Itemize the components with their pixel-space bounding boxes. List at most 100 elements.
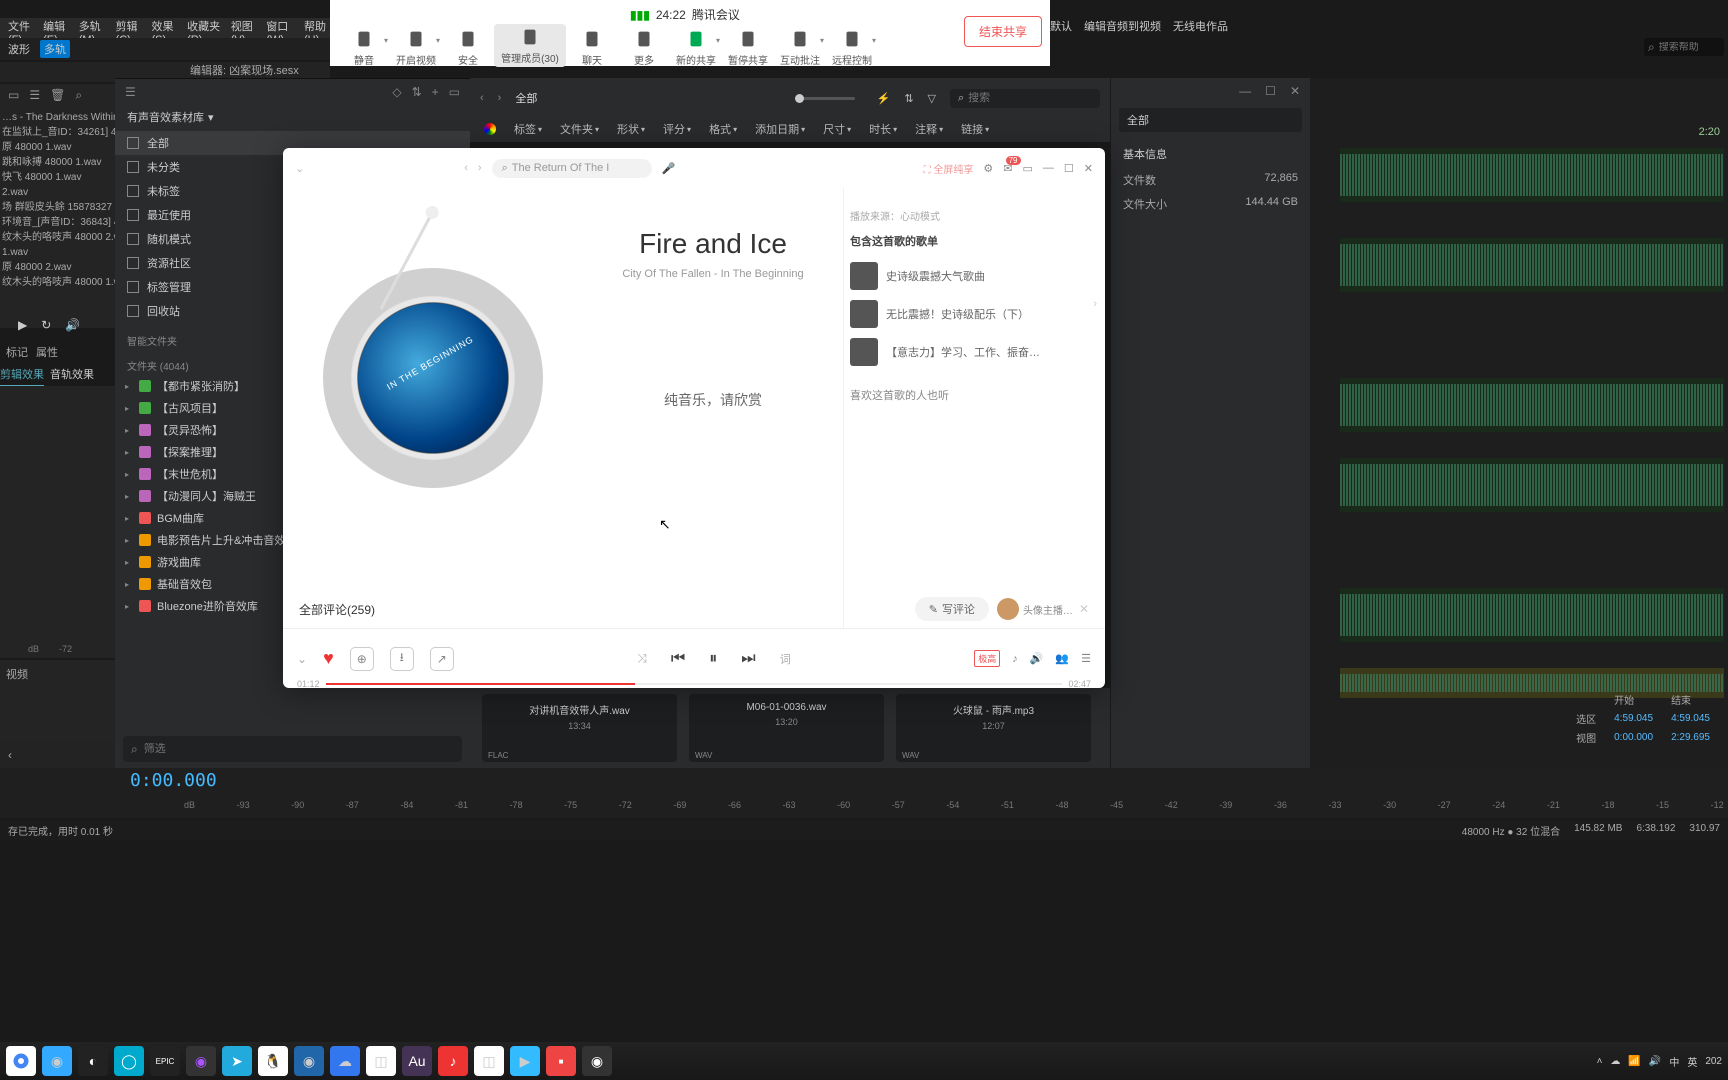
au-menubar[interactable]: 文件(F)编辑(E)多轨(M)剪辑(C)效果(S)收藏夹(R)视图(V)窗口(W… (0, 18, 330, 38)
forward-button[interactable]: › (478, 162, 482, 174)
au-help-input[interactable] (1659, 42, 1720, 53)
music-search[interactable]: ⌕ The Return Of The I (492, 159, 652, 178)
app-icon[interactable]: ◉ (186, 1046, 216, 1076)
comments-count[interactable]: 全部评论(259) (299, 601, 375, 618)
chrome-icon[interactable] (6, 1046, 36, 1076)
workspace-item[interactable]: 编辑音频到视频 (1084, 18, 1161, 38)
write-comment-button[interactable]: ✎写评论 (915, 597, 989, 621)
menu-item[interactable]: 收藏夹(R) (187, 18, 221, 38)
app-icon[interactable]: ◯ (114, 1046, 144, 1076)
sort-icon[interactable]: ⇅ (904, 92, 913, 105)
bell-icon[interactable]: ◇ (392, 85, 401, 99)
progress-bar[interactable]: 01:12 02:47 (297, 678, 1091, 688)
forward-button[interactable]: › (498, 92, 502, 104)
waveform-track[interactable] (1340, 238, 1724, 292)
share-button[interactable]: ↗ (430, 647, 454, 671)
meeting-btn-开启视频[interactable]: 开启视频▾ (390, 28, 442, 67)
minimize-icon[interactable]: — (1239, 84, 1251, 98)
file-item[interactable]: 纹木头的咯吱声 48000 1.wa (2, 275, 113, 290)
close-icon[interactable]: ✕ (1079, 602, 1089, 616)
au-tabs[interactable]: 标记 属性 (0, 344, 115, 364)
flash-icon[interactable]: ⚡ (877, 92, 891, 105)
track-subtitle[interactable]: City Of The Fallen - In The Beginning (583, 268, 843, 280)
file-card[interactable]: 火球鼠 - 雨声.mp312:07WAV (896, 694, 1091, 762)
meeting-btn-安全[interactable]: 安全 (442, 28, 494, 67)
end-share-button[interactable]: 结束共享 (964, 16, 1042, 47)
avatar-label[interactable]: 头像主播… (1023, 602, 1073, 617)
file-card[interactable]: 对讲机音效带人声.wav13:34FLAC (482, 694, 677, 762)
meeting-btn-管理成员(30)[interactable]: 管理成员(30) (494, 24, 566, 67)
speaker-icon[interactable]: 🔊 (65, 318, 80, 338)
audition-icon[interactable]: Au (402, 1046, 432, 1076)
playlist-item[interactable]: 史诗级震撼大气歌曲 (850, 257, 1089, 295)
filter-格式[interactable]: 格式▾ (709, 121, 737, 137)
workspace-item[interactable]: 无线电作品 (1173, 18, 1228, 38)
loop-icon[interactable]: ↻ (41, 318, 51, 338)
waveform-track[interactable] (1340, 148, 1724, 202)
file-item[interactable]: 快飞 48000 1.wav (2, 170, 113, 185)
maximize-icon[interactable]: ☐ (1265, 84, 1276, 98)
add-button[interactable]: ⊕ (350, 647, 374, 671)
effect-icon[interactable]: ♪ (1012, 653, 1018, 665)
multitrack-button[interactable]: 多轨 (40, 40, 70, 58)
pause-icon[interactable]: ⏸ (709, 650, 717, 668)
trash-icon[interactable]: 🗑 (50, 88, 65, 102)
file-item[interactable]: 1.wav (2, 245, 113, 260)
quality-badge[interactable]: 极高 (974, 650, 1000, 667)
next-icon[interactable]: ⏭ (741, 650, 755, 668)
file-item[interactable]: …s - The Darkness Within 480 (2, 110, 113, 125)
system-tray[interactable]: ˄ ☁ 📶 🔊 中 英 202 (1597, 1054, 1722, 1069)
filter-链接[interactable]: 链接▾ (961, 121, 989, 137)
back-button[interactable]: ‹ (480, 92, 484, 104)
fullscreen-btn[interactable]: ⛶ 全屏纯享 (924, 161, 974, 176)
shuffle-icon[interactable]: ⤨ (637, 651, 647, 666)
meeting-btn-聊天[interactable]: 聊天 (566, 28, 618, 67)
progress-track[interactable] (326, 683, 1063, 685)
wifi-icon[interactable]: 📶 (1628, 1056, 1640, 1067)
mini-icon[interactable]: ▭ (1023, 162, 1033, 175)
playlist-icon[interactable]: ☰ (1081, 652, 1091, 665)
filter-icon[interactable]: ▽ (928, 92, 936, 105)
menu-item[interactable]: 帮助(H) (304, 18, 330, 38)
telegram-icon[interactable]: ➤ (222, 1046, 252, 1076)
minimize-icon[interactable]: — (1043, 162, 1054, 174)
filter-形状[interactable]: 形状▾ (617, 121, 645, 137)
add-icon[interactable]: + (432, 85, 439, 99)
chevron-right-icon[interactable]: › (1093, 298, 1097, 310)
filter-注释[interactable]: 注释▾ (915, 121, 943, 137)
menu-item[interactable]: 窗口(W) (266, 18, 294, 38)
app-icon[interactable]: ◫ (366, 1046, 396, 1076)
file-item[interactable]: 场 群殴皮头餘 15878327 480 (2, 200, 113, 215)
steam-icon[interactable]: ◐ (78, 1046, 108, 1076)
prev-icon[interactable]: ⏮ (671, 650, 685, 668)
together-icon[interactable]: 👥 (1055, 652, 1069, 665)
window-controls[interactable]: — ☐ ✕ (1111, 78, 1310, 104)
volume-icon[interactable]: 🔊 (1649, 1056, 1661, 1067)
meeting-btn-新的共享[interactable]: 新的共享▾ (670, 28, 722, 67)
au-panel-icons[interactable]: ▭ ☰ 🗑 ⌕ (0, 84, 115, 106)
tab-track-fx[interactable]: 音轨效果 (50, 366, 94, 386)
zoom-slider[interactable] (795, 97, 855, 100)
tray-up-icon[interactable]: ˄ (1597, 1056, 1603, 1067)
mail-icon[interactable]: ✉ (1003, 162, 1012, 175)
tab-markers[interactable]: 标记 (6, 344, 28, 364)
panel-icon[interactable]: ▭ (449, 85, 460, 99)
ime-lang[interactable]: 英 (1687, 1054, 1697, 1069)
file-item[interactable]: 环境音_[声音ID：36843] 4… (2, 215, 113, 230)
folder-icon[interactable]: ▭ (8, 88, 19, 102)
mic-icon[interactable]: 🎤 (662, 162, 676, 175)
gear-icon[interactable]: ⚙ (983, 162, 993, 175)
color-filter-icon[interactable] (484, 123, 496, 135)
back-button[interactable]: ‹ (464, 162, 468, 174)
waveform-track[interactable] (1340, 458, 1724, 512)
file-item[interactable]: 2.wav (2, 185, 113, 200)
file-card[interactable]: M06-01-0036.wav13:20WAV (689, 694, 884, 762)
chevron-down-icon[interactable]: ⌄ (297, 652, 307, 666)
eagle-file-grid[interactable]: 对讲机音效带人声.wav13:34FLACM06-01-0036.wav13:2… (470, 688, 1110, 768)
filter-时长[interactable]: 时长▾ (869, 121, 897, 137)
sync-icon[interactable]: ⇅ (412, 85, 422, 99)
file-item[interactable]: 跳和咏搏 48000 1.wav (2, 155, 113, 170)
filter-尺寸[interactable]: 尺寸▾ (823, 121, 851, 137)
filter-input-wrap[interactable]: ⌕ (123, 736, 462, 762)
volume-icon[interactable]: 🔊 (1030, 652, 1044, 665)
